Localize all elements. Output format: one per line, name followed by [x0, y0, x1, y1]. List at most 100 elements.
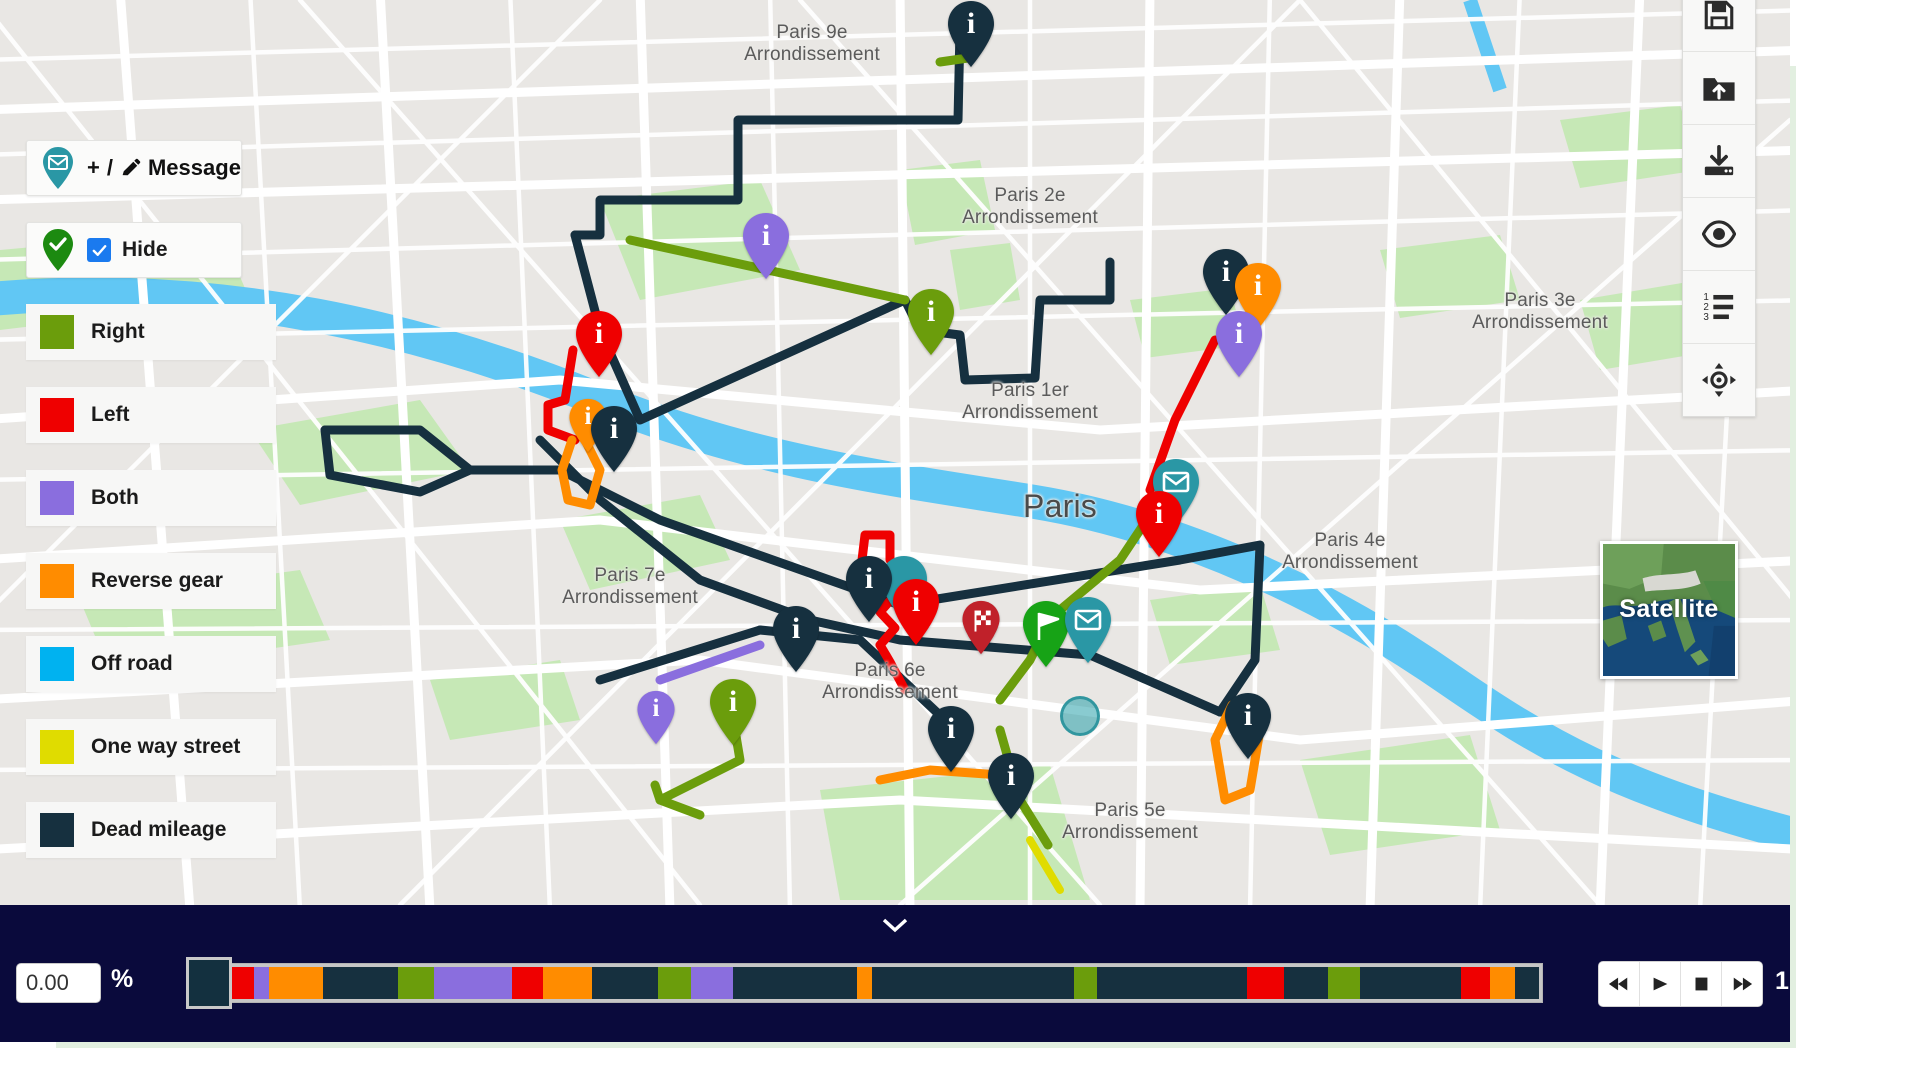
legend-label: Reverse gear [91, 569, 223, 592]
percent-unit-label: % [111, 965, 134, 993]
map-marker-info[interactable]: i [843, 555, 895, 623]
ordered-list-button[interactable]: 123 [1683, 271, 1755, 344]
timeline-segment [871, 967, 1075, 999]
map-marker-info[interactable]: i [890, 578, 942, 646]
timeline-segment [543, 967, 593, 999]
stop-button[interactable] [1681, 962, 1722, 1006]
map-marker-info[interactable]: i [770, 605, 822, 673]
slash-sign: / [106, 155, 113, 180]
map-marker-info[interactable]: i [635, 690, 677, 745]
fast-forward-button[interactable] [1722, 962, 1762, 1006]
play-button[interactable] [1640, 962, 1681, 1006]
legend-label: Both [91, 486, 139, 509]
ordered-list-icon: 123 [1703, 292, 1734, 323]
center-map-button[interactable] [1683, 344, 1755, 416]
message-label: Message [147, 155, 241, 180]
basemap-toggle-satellite[interactable]: Satellite [1600, 541, 1738, 679]
checkmark-icon [92, 244, 106, 256]
player-bar: % [0, 905, 1790, 1042]
plus-sign: + [87, 155, 100, 180]
map-marker-info[interactable]: i [573, 310, 625, 378]
timeline-segment [658, 967, 692, 999]
rewind-button[interactable] [1599, 962, 1640, 1006]
check-pin-icon [43, 229, 73, 271]
legend-swatch [40, 564, 74, 598]
folder-upload-icon [1703, 78, 1735, 101]
crosshair-move-icon [1702, 363, 1736, 397]
map-marker-info[interactable]: i [985, 752, 1037, 820]
timeline-segment [1359, 967, 1461, 999]
timeline-segment [1490, 967, 1515, 999]
timeline-segment [254, 967, 269, 999]
timeline-track[interactable] [193, 963, 1543, 1003]
legend-label: Off road [91, 652, 173, 675]
legend-swatch [40, 315, 74, 349]
legend-swatch [40, 481, 74, 515]
timeline-segment [592, 967, 659, 999]
map-marker-info[interactable]: i [588, 405, 640, 473]
legend-item-dead-mileage[interactable]: Dead mileage [26, 802, 276, 858]
map-marker-info[interactable]: i [1213, 310, 1265, 378]
add-message-button[interactable]: + / Message [26, 140, 242, 196]
legend-panel: + / Message Hide Right Left Both Reverse… [26, 140, 276, 885]
legend-swatch [40, 647, 74, 681]
map-marker-info[interactable]: i [1133, 490, 1185, 558]
legend-label: Left [91, 403, 130, 426]
timeline-segment [1247, 967, 1285, 999]
pencil-icon [122, 158, 141, 175]
map-marker-info[interactable]: i [707, 678, 759, 746]
collapse-panel-button[interactable] [872, 911, 918, 939]
timeline-segment [322, 967, 399, 999]
legend-item-one-way-street[interactable]: One way street [26, 719, 276, 775]
legend-item-both[interactable]: Both [26, 470, 276, 526]
playback-speed-label: 1 [1775, 967, 1789, 995]
timeline-segment [1327, 967, 1360, 999]
timeline-segment [1097, 967, 1248, 999]
legend-item-right[interactable]: Right [26, 304, 276, 360]
map-marker-info[interactable]: i [945, 0, 997, 68]
save-icon [1704, 0, 1734, 30]
vehicle-position-dot [1060, 696, 1100, 736]
message-pin-icon [43, 147, 73, 189]
transport-controls [1598, 961, 1763, 1007]
legend-swatch [40, 730, 74, 764]
timeline-segment [511, 967, 544, 999]
legend-item-off-road[interactable]: Off road [26, 636, 276, 692]
legend-item-reverse-gear[interactable]: Reverse gear [26, 553, 276, 609]
timeline-segment [691, 967, 733, 999]
download-button[interactable] [1683, 125, 1755, 198]
timeline-segment [732, 967, 858, 999]
timeline-segment [268, 967, 323, 999]
timeline-segment [1460, 967, 1491, 999]
fast-forward-icon [1733, 977, 1753, 991]
svg-text:3: 3 [1703, 312, 1709, 323]
timeline-segment [857, 967, 872, 999]
open-folder-button[interactable] [1683, 52, 1755, 125]
legend-label: Dead mileage [91, 818, 227, 841]
hide-checkbox[interactable] [87, 238, 111, 262]
map-marker-message[interactable] [1062, 596, 1114, 664]
hide-label: Hide [122, 238, 168, 261]
eye-icon [1702, 220, 1736, 248]
map-marker-info[interactable]: i [740, 212, 792, 280]
play-icon [1653, 977, 1668, 991]
save-button[interactable] [1683, 0, 1755, 52]
legend-item-left[interactable]: Left [26, 387, 276, 443]
percent-input[interactable] [16, 963, 101, 1003]
timeline-segment [398, 967, 434, 999]
map-marker-info[interactable]: i [1222, 692, 1274, 760]
map-marker-info[interactable]: i [925, 705, 977, 773]
rewind-icon [1608, 977, 1628, 991]
timeline-segment [1074, 967, 1098, 999]
map-marker-finish[interactable] [960, 600, 1002, 655]
legend-label: One way street [91, 735, 241, 758]
download-icon [1704, 144, 1734, 176]
legend-swatch [40, 398, 74, 432]
timeline-playhead[interactable] [186, 957, 232, 1009]
hide-toggle-button[interactable]: Hide [26, 222, 242, 278]
satellite-label: Satellite [1619, 594, 1719, 623]
map-marker-info[interactable]: i [905, 288, 957, 356]
timeline-segment [433, 967, 512, 999]
visibility-button[interactable] [1683, 198, 1755, 271]
map-canvas[interactable]: Paris 9e Arrondissement Paris 2e Arrondi… [0, 0, 1790, 905]
